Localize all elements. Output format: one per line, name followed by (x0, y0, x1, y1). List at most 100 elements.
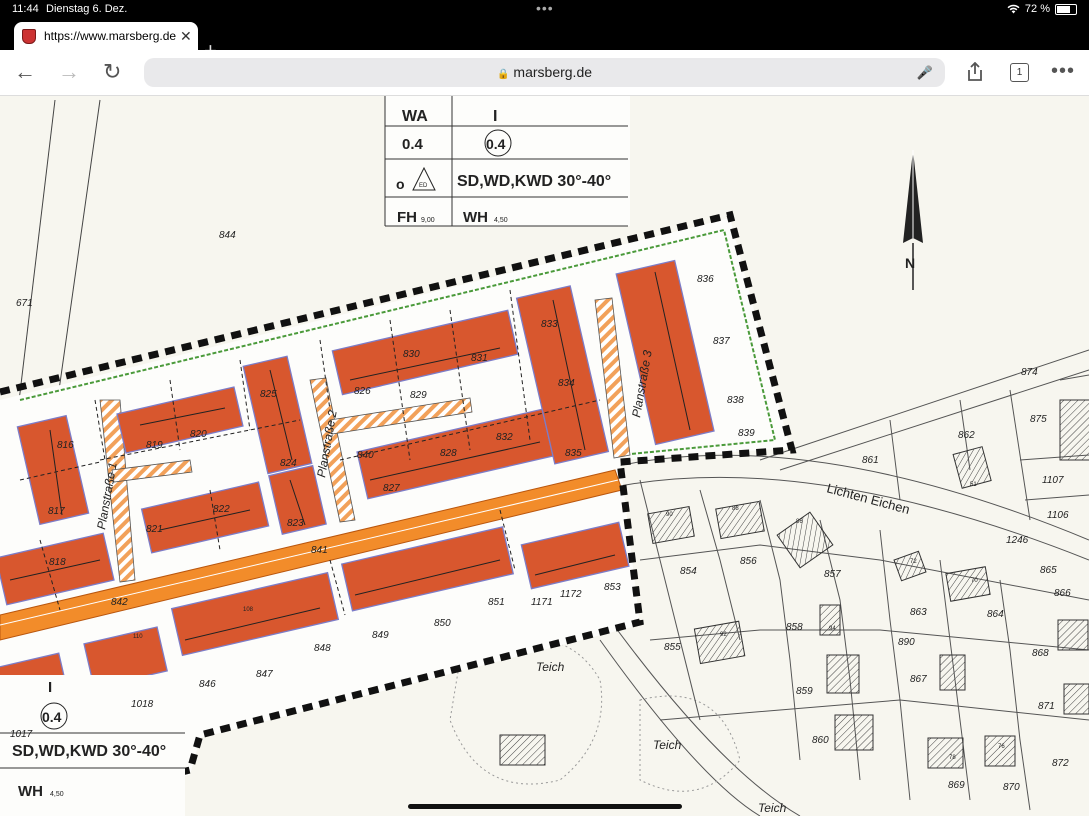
plan-drawing: WA I 0.4 0.4 o ED SD,WD,KWD 30°-40° FH 9… (0, 96, 1089, 816)
legend-wa: WA (402, 108, 428, 125)
legend-wh-value: 4,50 (50, 791, 64, 798)
status-bar: 11:44 Dienstag 6. Dez. ••• 72 % (0, 0, 1089, 18)
lot-number: 855 (664, 642, 681, 653)
legend-storeys: I (48, 679, 52, 696)
back-button[interactable]: ← (14, 59, 36, 85)
legend-fh-value: 9,00 (421, 217, 435, 224)
lot-number: 890 (898, 637, 915, 648)
lot-number: 850 (434, 618, 451, 629)
lot-number: 859 (796, 686, 813, 697)
multitasking-dots-icon[interactable]: ••• (536, 0, 554, 16)
forward-button[interactable]: → (58, 59, 80, 85)
lot-number: 829 (410, 390, 427, 401)
lot-number: 824 (280, 458, 297, 469)
house-number: 70 (971, 578, 978, 584)
legend-roof: SD,WD,KWD 30°-40° (12, 743, 166, 760)
lock-icon: 🔒 (496, 69, 510, 80)
wifi-icon (1007, 4, 1020, 14)
lot-number: 856 (740, 556, 757, 567)
url-text: marsberg.de (513, 64, 593, 80)
legend-storeys: I (493, 108, 497, 125)
lot-number: 1171 (531, 597, 553, 608)
road-line (759, 349, 1089, 461)
lot-number: 836 (697, 274, 714, 285)
lot-number: 846 (199, 679, 216, 690)
lot-number: 839 (738, 428, 755, 439)
lot-number: 871 (1038, 701, 1055, 712)
lot-number: 861 (862, 455, 879, 466)
reload-button[interactable]: ↻ (103, 59, 121, 85)
lot-number: 866 (1054, 588, 1071, 599)
legend-gfz: 0.4 (42, 709, 62, 725)
house-number: 86 (796, 519, 803, 525)
lot-number: 1172 (560, 589, 582, 600)
lot-number: 835 (565, 448, 582, 459)
legend-roof: SD,WD,KWD 30°-40° (457, 173, 611, 190)
lot-number: 827 (383, 483, 400, 494)
lot-number: 847 (256, 669, 273, 680)
house-number: 90 (666, 512, 673, 518)
more-options-button[interactable]: ••• (1051, 60, 1075, 83)
lot-number: 1107 (1042, 475, 1064, 486)
house-number: 76 (998, 744, 1005, 750)
lot-number: 825 (260, 389, 277, 400)
lot-number: 828 (440, 448, 457, 459)
battery-percent: 72 % (1024, 3, 1050, 15)
tab-title: https://www.marsberg.de (44, 29, 177, 43)
legend-gfz: 0.4 (486, 136, 506, 152)
legend-wh: WH (18, 783, 43, 800)
lot-number: 868 (1032, 648, 1049, 659)
home-indicator[interactable] (408, 804, 682, 809)
legend-grz: 0.4 (402, 136, 424, 153)
lot-number: 840 (357, 450, 374, 461)
lot-number: 1246 (1006, 535, 1029, 546)
lot-number: 830 (403, 349, 420, 360)
lot-number: 854 (680, 566, 697, 577)
lot-number: 872 (1052, 758, 1069, 769)
address-bar[interactable]: 🔒 marsberg.de 🎤 (144, 58, 945, 87)
development-plan-map: WA I 0.4 0.4 o ED SD,WD,KWD 30°-40° FH 9… (0, 96, 1089, 816)
lot-number: 1017 (10, 729, 33, 740)
legend-wh-value: 4,50 (494, 217, 508, 224)
share-icon[interactable] (966, 62, 984, 82)
lot-number: 826 (354, 386, 371, 397)
lot-number: 820 (190, 429, 207, 440)
lot-number: 874 (1021, 367, 1038, 378)
house-number: 78 (949, 755, 956, 761)
lot-number: 838 (727, 395, 744, 406)
legend-ed: ED (419, 183, 428, 189)
lot-number: 816 (57, 440, 74, 451)
close-tab-icon[interactable]: ✕ (180, 28, 192, 45)
lot-number: 817 (48, 506, 65, 517)
path-line (599, 639, 761, 816)
pond-label: Teich (758, 801, 787, 815)
tab-overview-button[interactable]: 1 (1010, 63, 1029, 82)
browser-tab[interactable]: https://www.marsberg.de ✕ (14, 22, 198, 50)
lot-number: 833 (541, 319, 558, 330)
lot-number: 867 (910, 674, 927, 685)
house-number: 108 (243, 607, 254, 613)
browser-toolbar: ← → ↻ 🔒 marsberg.de 🎤 1 ••• (0, 50, 1089, 96)
lot-number: 834 (558, 378, 575, 389)
legend-wh: WH (463, 209, 488, 226)
north-label: N (905, 255, 915, 271)
lot-number: 869 (948, 780, 965, 791)
lot-number: 832 (496, 432, 513, 443)
lot-number: 671 (16, 298, 33, 309)
legend-bauweise: o (396, 176, 405, 192)
clock: 11:44 (12, 3, 39, 15)
lot-number: 864 (987, 609, 1004, 620)
lot-number: 837 (713, 336, 730, 347)
date: Dienstag 6. Dez. (46, 3, 128, 15)
microphone-icon[interactable]: 🎤 (917, 58, 933, 87)
lot-number: 865 (1040, 565, 1057, 576)
lot-number: 844 (219, 230, 236, 241)
lot-number: 860 (812, 735, 829, 746)
lot-number: 818 (49, 557, 66, 568)
legend-fh: FH (397, 209, 417, 226)
lot-number: 821 (146, 524, 163, 535)
lot-number: 842 (111, 597, 128, 608)
lot-number: 862 (958, 430, 975, 441)
house-number: 51 (970, 482, 977, 488)
pond-label: Teich (536, 660, 565, 674)
